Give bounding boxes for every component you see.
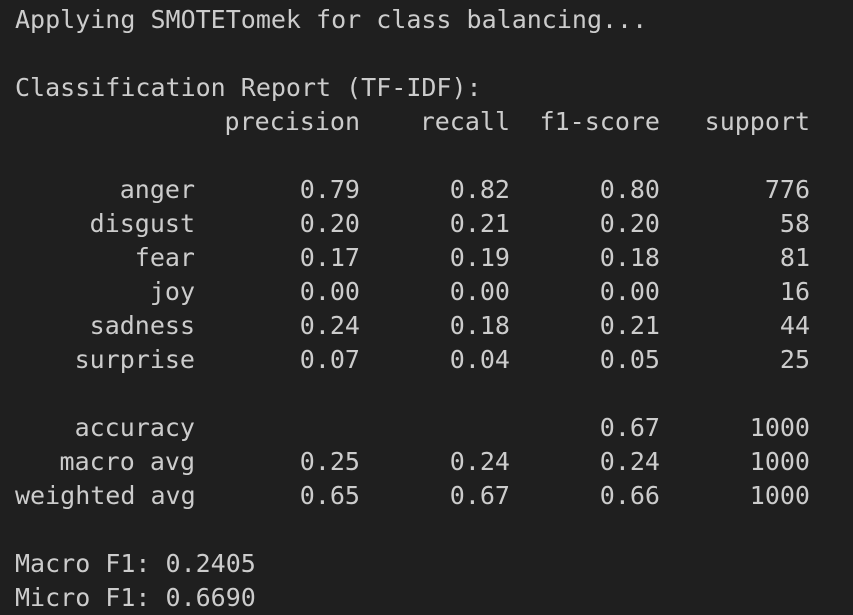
row-label: sadness [89,311,195,340]
row-precision: 0.24 [299,311,360,340]
row-f1-score: 0.24 [599,447,660,476]
row-label: disgust [89,209,195,238]
row-recall: 0.24 [449,447,510,476]
macro-f1-line: Macro F1: 0.2405 [15,549,256,578]
row-label: joy [149,277,195,306]
row-f1-score: 0.00 [599,277,660,306]
summary-row: weighted avg 0.65 0.67 0.66 1000 [15,479,853,513]
header-f1-score: f1-score [539,107,660,136]
row-label: anger [119,175,195,204]
row-recall: 0.82 [449,175,510,204]
class-row: sadness 0.24 0.18 0.21 44 [15,309,853,343]
summary-row: macro avg 0.25 0.24 0.24 1000 [15,445,853,479]
header-label-spacer [15,105,195,139]
class-row: surprise 0.07 0.04 0.05 25 [15,343,853,377]
row-support: 25 [779,345,810,374]
row-f1-score: 0.05 [599,345,660,374]
class-row: fear 0.17 0.19 0.18 81 [15,241,853,275]
row-precision: 0.65 [299,481,360,510]
row-f1-score: 0.21 [599,311,660,340]
row-label: macro avg [59,447,195,476]
row-precision: 0.07 [299,345,360,374]
row-precision: 0.79 [299,175,360,204]
class-row: joy 0.00 0.00 0.00 16 [15,275,853,309]
row-f1-score: 0.80 [599,175,660,204]
row-label: surprise [74,345,195,374]
smote-log-line: Applying SMOTETomek for class balancing.… [15,5,648,34]
row-f1-score: 0.20 [599,209,660,238]
report-header-row: precision recall f1-score support [15,105,853,139]
row-precision: 0.25 [299,447,360,476]
row-recall: 0.67 [449,481,510,510]
row-support: 1000 [749,447,810,476]
row-label: weighted avg [15,481,196,510]
row-f1-score: 0.66 [599,481,660,510]
summary-row: accuracy 0.67 1000 [15,411,853,445]
row-f1-score: 0.67 [599,413,660,442]
row-precision: 0.20 [299,209,360,238]
class-row: anger 0.79 0.82 0.80 776 [15,173,853,207]
row-precision [195,411,360,445]
class-row: disgust 0.20 0.21 0.20 58 [15,207,853,241]
row-label: accuracy [74,413,195,442]
row-support: 1000 [749,413,810,442]
row-support: 58 [779,209,810,238]
row-support: 44 [779,311,810,340]
row-recall: 0.04 [449,345,510,374]
summary-rows: accuracy 0.67 1000 macro avg 0.25 0.24 0.24 100… [15,411,853,513]
row-support: 776 [764,175,810,204]
row-recall: 0.00 [449,277,510,306]
micro-f1-line: Micro F1: 0.6690 [15,583,256,612]
row-support: 1000 [749,481,810,510]
row-precision: 0.00 [299,277,360,306]
class-rows: anger 0.79 0.82 0.80 776 disgust 0.20 0.21 0.20 5… [15,173,853,377]
terminal-output: Applying SMOTETomek for class balancing.… [0,0,853,615]
row-recall [360,411,510,445]
header-precision: precision [224,107,360,136]
row-recall: 0.21 [449,209,510,238]
header-support: support [704,107,810,136]
row-precision: 0.17 [299,243,360,272]
report-title: Classification Report (TF-IDF): [15,73,482,102]
row-f1-score: 0.18 [599,243,660,272]
header-recall: recall [419,107,510,136]
row-recall: 0.18 [449,311,510,340]
row-support: 81 [779,243,810,272]
row-label: fear [134,243,195,272]
row-support: 16 [779,277,810,306]
row-recall: 0.19 [449,243,510,272]
